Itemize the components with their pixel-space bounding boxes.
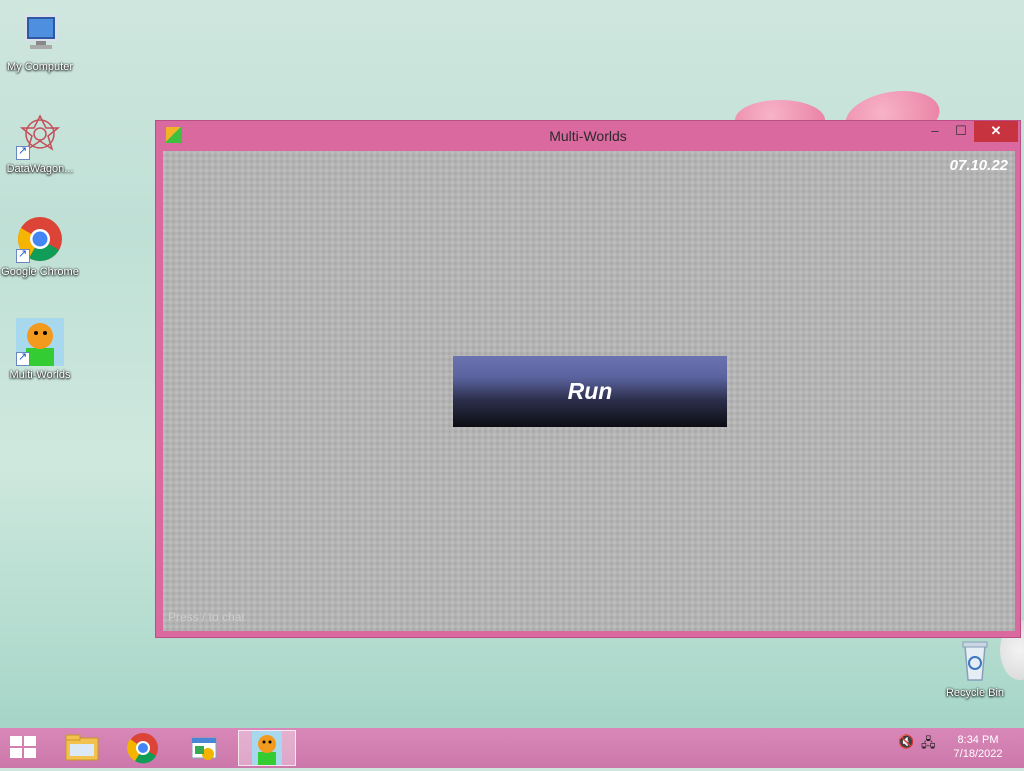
shortcut-arrow-icon (16, 144, 30, 160)
system-clock[interactable]: 8:34 PM 7/18/2022 (938, 733, 1018, 761)
app-window-icon (191, 737, 217, 760)
taskbar-app-manager[interactable] (178, 730, 230, 766)
taskbar: 🔇 🖧 8:34 PM 7/18/2022 (0, 728, 1024, 768)
recycle-bin-icon (951, 636, 999, 684)
desktop-icon-label: Recycle Bin (945, 687, 1005, 699)
desktop-icon-datawagon[interactable]: DataWagon... (0, 112, 80, 177)
desktop-icon-label: DataWagon... (6, 163, 74, 175)
desktop-icon-label: My Computer (6, 61, 74, 73)
multi-worlds-icon (252, 731, 282, 765)
datawagon-icon (16, 112, 64, 160)
window-titlebar[interactable]: Multi-Worlds – ☐ ✕ (156, 121, 1020, 151)
start-button[interactable] (10, 736, 38, 760)
taskbar-file-explorer[interactable] (56, 730, 108, 766)
clock-time: 8:34 PM (957, 734, 999, 746)
game-canvas[interactable]: 07.10.22 Run Press / to chat (163, 151, 1015, 631)
desktop-icon-multi-worlds[interactable]: Multi-Worlds (0, 318, 80, 383)
computer-icon (16, 10, 64, 58)
multi-worlds-icon (16, 318, 64, 366)
chrome-icon (16, 215, 64, 263)
shortcut-arrow-icon (16, 247, 30, 263)
taskbar-google-chrome[interactable] (117, 730, 169, 766)
network-icon[interactable]: 🖧 (921, 734, 936, 756)
chat-hint: Press / to chat (168, 610, 245, 624)
close-button[interactable]: ✕ (974, 121, 1018, 142)
multi-worlds-window: Multi-Worlds – ☐ ✕ 07.10.22 Run Press / … (155, 120, 1021, 638)
desktop-icon-label: Google Chrome (1, 266, 79, 278)
desktop-icon-recycle-bin[interactable]: Recycle Bin (935, 636, 1015, 701)
version-date: 07.10.22 (949, 157, 1008, 174)
folder-icon (65, 734, 99, 761)
shortcut-arrow-icon (16, 350, 30, 366)
run-button[interactable]: Run (453, 356, 727, 427)
taskbar-multi-worlds[interactable] (238, 730, 296, 766)
window-title: Multi-Worlds (549, 128, 627, 144)
maximize-button[interactable]: ☐ (948, 121, 974, 142)
desktop-icon-label: Multi-Worlds (9, 369, 71, 381)
minimize-button[interactable]: – (922, 121, 948, 142)
desktop-icon-my-computer[interactable]: My Computer (0, 10, 80, 75)
volume-muted-icon[interactable]: 🔇 (898, 734, 914, 750)
clock-date: 7/18/2022 (953, 748, 1003, 760)
chrome-icon (127, 733, 158, 764)
desktop-icon-google-chrome[interactable]: Google Chrome (0, 215, 80, 280)
